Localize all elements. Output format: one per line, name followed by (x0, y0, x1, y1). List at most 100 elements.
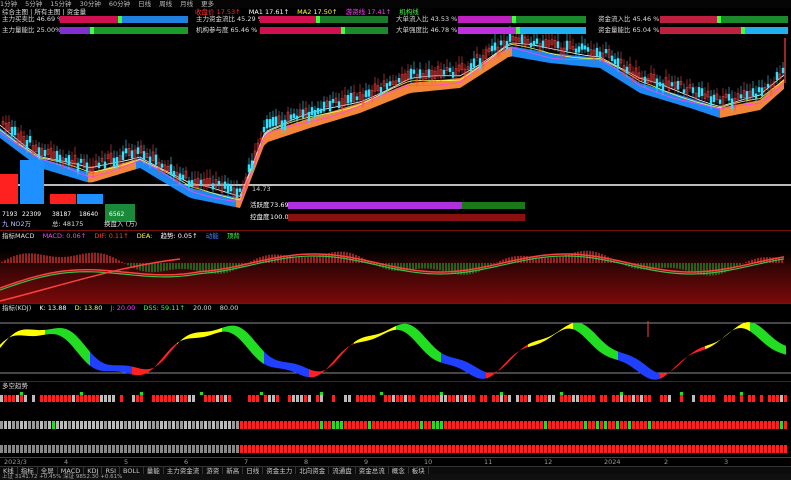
kdj-chart[interactable] (0, 303, 791, 381)
flow-box-2 (20, 160, 44, 204)
kdj-band-segment (174, 343, 177, 348)
trend-strip-cell (540, 445, 543, 453)
kdj-band-segment (471, 364, 474, 377)
trend-strip-cell (152, 421, 155, 429)
trend-strip-cell (236, 421, 239, 429)
trend-signal-dot (200, 392, 203, 395)
kdj-band-segment (18, 330, 21, 336)
kdj-band-segment (147, 368, 150, 373)
trend-strip-cell (76, 445, 79, 453)
d-value: D: 13.80 (74, 304, 103, 312)
trend-strip-cell (620, 421, 623, 429)
candle-body (427, 69, 431, 78)
trend-strip-cell (100, 395, 103, 402)
kdj-band-segment (177, 341, 180, 345)
kdj-band-segment (120, 365, 123, 373)
kdj-band-segment (738, 324, 741, 329)
kdj-band-segment (501, 364, 504, 370)
kdj-band-segment (69, 330, 72, 346)
kdj-band-segment (27, 329, 30, 337)
period-button[interactable]: 更多 (201, 0, 214, 8)
trend-cloud-segment (524, 48, 528, 60)
trend-strip-cell (24, 445, 27, 453)
trend-strip-cell (164, 421, 167, 429)
main-chart-panel[interactable]: 综合主图 | 所有主图 | 资金量 收盘价 17.53↑ MA1 17.61↑ … (0, 8, 791, 231)
trend-strip-cell (384, 421, 387, 429)
time-tick: 5 (124, 458, 129, 466)
macd-chart[interactable] (0, 231, 791, 303)
kdj-band-segment (9, 334, 12, 338)
trend-strip-cell (696, 445, 699, 453)
trend-strip-cell (560, 395, 563, 402)
trend-strip-cell (96, 445, 99, 453)
period-button[interactable]: 日线 (138, 0, 151, 8)
flow-box-5-value: 6562 (109, 211, 125, 218)
trend-strip-cell (116, 421, 119, 429)
trend-strip-cell (244, 395, 247, 402)
trend-strip-cell (188, 445, 191, 453)
trend-strip-cell (352, 445, 355, 453)
trend-strip-cell (732, 445, 735, 453)
candle-body (289, 114, 293, 120)
kdj-band-segment (216, 328, 219, 334)
trend-strip-cell (228, 421, 231, 429)
period-button[interactable]: 60分钟 (109, 0, 130, 8)
period-button[interactable]: 5分钟 (25, 0, 42, 8)
kdj-band-segment (96, 358, 99, 371)
trend-strip-cell (716, 395, 719, 402)
trend-strip-cell (160, 421, 163, 429)
kdj-band-segment (624, 353, 627, 364)
trend-strips[interactable] (0, 381, 791, 457)
trend-strip-cell (680, 421, 683, 429)
trend-strip-cell (356, 445, 359, 453)
period-button[interactable]: 1分钟 (0, 0, 17, 8)
trend-strip-cell (776, 421, 779, 429)
trend-strip-cell (16, 395, 19, 402)
period-button[interactable]: 15分钟 (50, 0, 71, 8)
trend-strip-cell (700, 395, 703, 402)
kdj-band-segment (678, 361, 681, 366)
macd-title: 指标MACD (2, 232, 35, 240)
indicator-label: 资金流入比 45.46 % (598, 15, 659, 23)
trend-strip-cell (428, 445, 431, 453)
kdj-band-segment (672, 366, 675, 371)
candlestick-chart[interactable] (0, 8, 791, 230)
trend-strip-cell (720, 421, 723, 429)
kdj-band-segment (195, 332, 198, 339)
trend-strip-cell (528, 421, 531, 429)
trend-strip-cell (372, 395, 375, 402)
trend-strip-cell (352, 395, 355, 402)
trend-strip-cell (524, 445, 527, 453)
trend-strip-cell (332, 395, 335, 402)
ma3-value: 17.41↑ (367, 8, 392, 16)
trend-strip-cell (472, 445, 475, 453)
trend-strip-cell (284, 395, 287, 402)
kdj-band-segment (759, 325, 762, 342)
period-button[interactable]: 周线 (159, 0, 172, 8)
trend-strip-cell (108, 445, 111, 453)
trend-strip-cell (184, 445, 187, 453)
trend-strip-cell (260, 445, 263, 453)
trend-strip-cell (732, 421, 735, 429)
indicator-label: 大单流入比 43.53 %买 (396, 15, 464, 23)
kdj-band-segment (540, 339, 543, 344)
trend-strip-cell (728, 395, 731, 402)
macd-panel[interactable]: 指标MACD MACD: 0.06↑ DIF: 0.11↑ DEA: 趋势: 0… (0, 231, 791, 304)
kdj-band-segment (171, 345, 174, 352)
trend-strip-cell (468, 445, 471, 453)
kdj-panel[interactable]: 指标(KDJ) K: 13.88 D: 13.80 J: 20.00 DSS: … (0, 303, 791, 382)
kdj-band-segment (306, 367, 309, 378)
trend-cloud-segment (648, 85, 652, 97)
candle-body (310, 107, 314, 116)
period-button[interactable]: 30分钟 (80, 0, 101, 8)
trend-cloud-segment (572, 55, 576, 66)
trend-strip-cell (212, 445, 215, 453)
trend-strip-panel[interactable]: 多空趋势 (0, 381, 791, 457)
trend-strip-cell (508, 445, 511, 453)
period-button[interactable]: 月线 (180, 0, 193, 8)
candle-body (709, 96, 713, 106)
candle-body (169, 164, 173, 175)
trend-strip-cell (336, 421, 339, 429)
trend-strip-cell (432, 421, 435, 429)
kdj-title: 指标(KDJ) (2, 304, 32, 312)
